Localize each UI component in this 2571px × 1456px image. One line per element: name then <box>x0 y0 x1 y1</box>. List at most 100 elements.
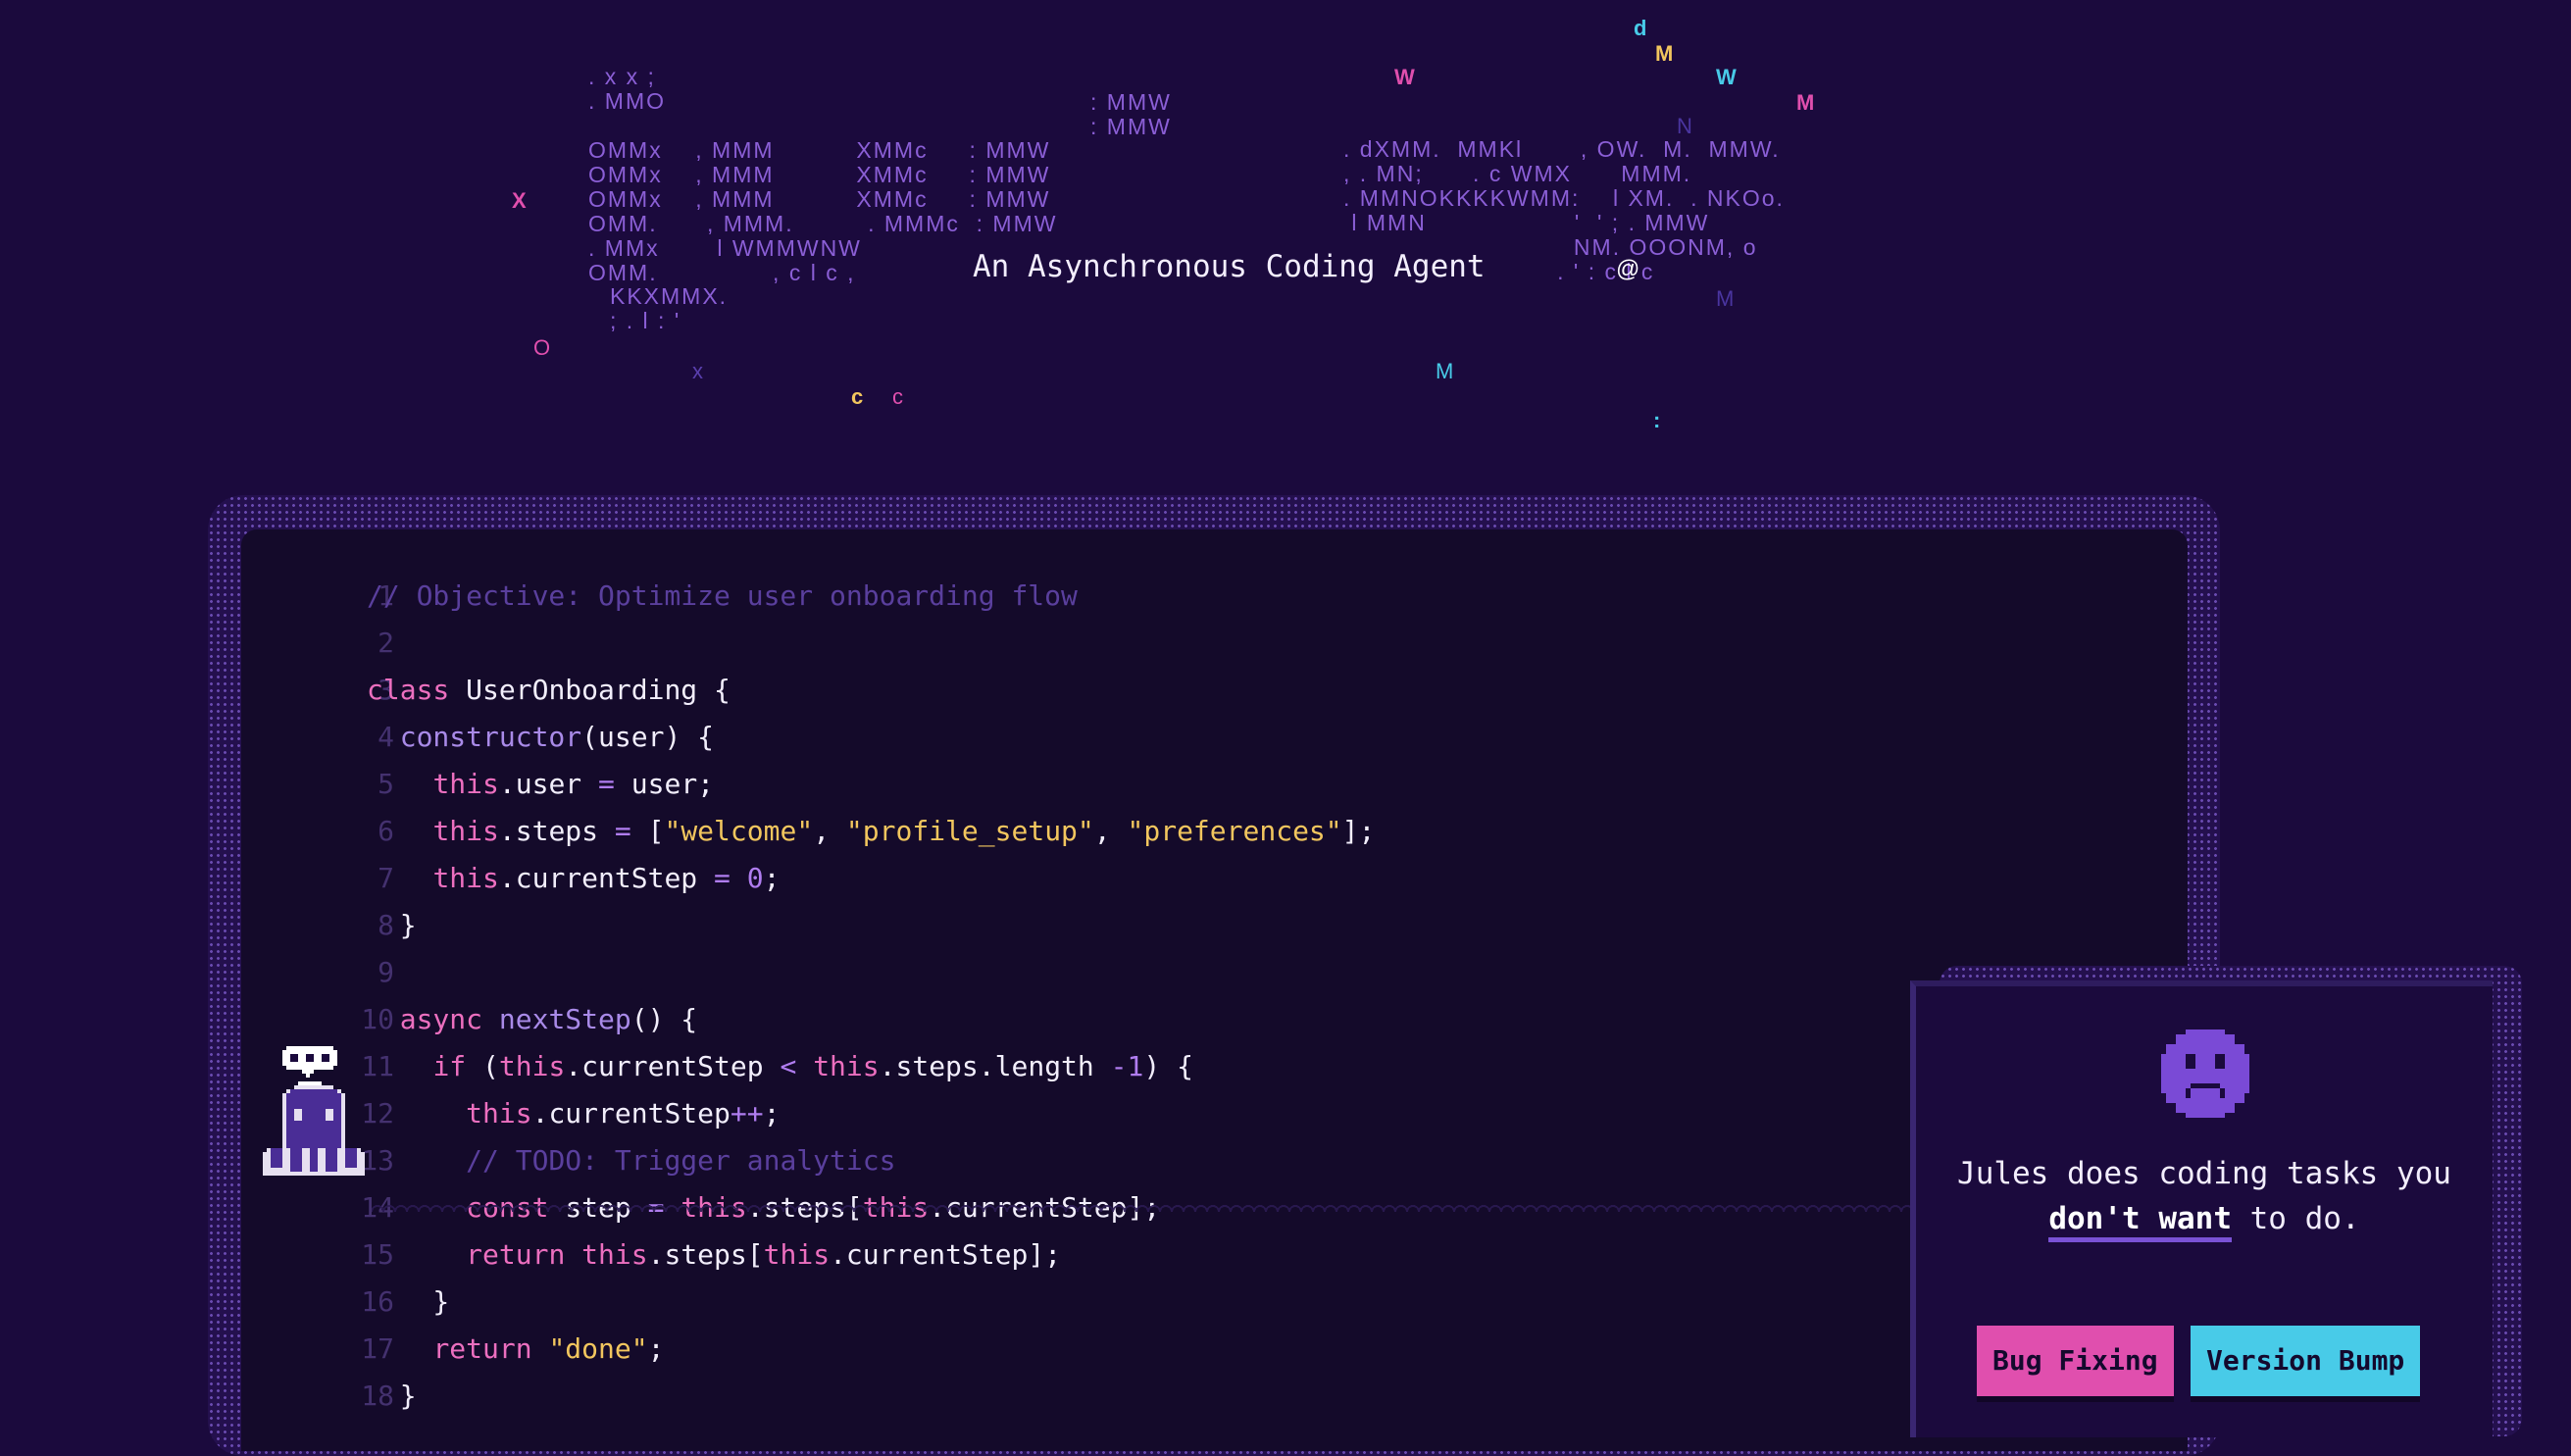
line-text: constructor(user) { <box>367 714 714 761</box>
code-line: 5 this.user = user; <box>241 761 2143 808</box>
tagline: An Asynchronous Coding Agent <box>955 245 1503 288</box>
tag-version-bump[interactable]: Version Bump <box>2191 1326 2421 1396</box>
code-token: this <box>581 1238 648 1271</box>
code-token: UserOnboarding { <box>466 674 731 706</box>
code-token: .steps.length <box>879 1050 1111 1082</box>
code-line: 16 } <box>241 1279 2143 1326</box>
ascii-art-kxmmx: KKXMMX. ; . l : ' <box>610 283 729 333</box>
floating-glyph: c <box>892 384 903 409</box>
code-token: .currentStep <box>531 1097 731 1130</box>
message-line-2-end: to do. <box>2231 1201 2360 1236</box>
code-token: this <box>432 815 499 847</box>
code-line: 2 <box>241 620 2143 667</box>
tag-bug-fixing[interactable]: Bug Fixing <box>1977 1326 2174 1396</box>
code-token: (user) { <box>581 721 715 753</box>
code-token: constructor <box>399 721 582 753</box>
code-line: 13 // TODO: Trigger analytics <box>241 1137 2143 1184</box>
code-token: user; <box>614 768 715 800</box>
code-token: } <box>367 1380 417 1412</box>
line-text: this.steps = ["welcome", "profile_setup"… <box>367 808 1375 855</box>
floating-glyph: W <box>1716 65 1737 89</box>
line-text: return "done"; <box>367 1326 664 1373</box>
floating-glyph: c <box>851 384 864 409</box>
code-token: ]; <box>1341 815 1376 847</box>
code-token: this <box>813 1050 880 1082</box>
code-token: "profile_setup" <box>845 815 1094 847</box>
code-token: return <box>432 1332 549 1365</box>
code-token: this <box>466 1097 532 1130</box>
line-text: } <box>367 902 417 949</box>
emphasis-label: don't want <box>2048 1201 2232 1236</box>
floating-glyph: x <box>692 359 703 383</box>
code-editor: 1// Objective: Optimize user onboarding … <box>241 529 2188 1451</box>
line-number: 9 <box>378 956 394 988</box>
code-token: .steps[ <box>647 1238 764 1271</box>
line-text: } <box>367 1373 417 1420</box>
code-token: this <box>498 1050 566 1082</box>
code-token: , <box>1093 815 1128 847</box>
code-token: "welcome" <box>664 815 814 847</box>
floating-glyph: M <box>1655 41 1674 66</box>
code-token: -1 <box>1110 1050 1144 1082</box>
code-token: [ <box>630 815 665 847</box>
code-token: this <box>763 1238 831 1271</box>
code-line: 1// Objective: Optimize user onboarding … <box>241 573 2143 620</box>
code-token: .currentStep <box>498 862 715 894</box>
code-token: .user <box>498 768 599 800</box>
line-text: this.currentStep = 0; <box>367 855 780 902</box>
code-line: 9 <box>241 949 2143 996</box>
mascot-octopus-icon <box>263 1046 365 1176</box>
code-line: 4 constructor(user) { <box>241 714 2143 761</box>
code-line: 15 return this.steps[this.currentStep]; <box>241 1231 2143 1279</box>
floating-glyph: d <box>1634 16 1647 40</box>
line-text: // TODO: Trigger analytics <box>367 1137 895 1184</box>
code-line: 10 async nextStep() { <box>241 996 2143 1043</box>
message-line-1: Jules does coding tasks you <box>1957 1156 2451 1191</box>
code-token: return <box>466 1238 582 1271</box>
code-token: = <box>714 862 731 894</box>
floating-glyph: O <box>533 335 551 360</box>
code-token: ( <box>482 1050 499 1082</box>
line-text: // Objective: Optimize user onboarding f… <box>367 573 1078 620</box>
emphasis-underline <box>2048 1237 2232 1242</box>
code-token: "preferences" <box>1127 815 1342 847</box>
tagline-at-glyph: @ <box>1616 256 1640 282</box>
code-token: // TODO: Trigger analytics <box>466 1144 896 1177</box>
floating-glyph: M <box>1796 90 1815 115</box>
code-token: 0 <box>746 862 764 894</box>
code-token: = <box>598 768 615 800</box>
ascii-banner: . x x ; . MMO OMMx , MMM XMMc : MMW OMMx… <box>0 0 2571 461</box>
emphasis-text: don't want <box>2048 1201 2232 1242</box>
code-token: async <box>399 1003 499 1035</box>
code-token: .steps <box>498 815 615 847</box>
code-token: = <box>614 815 631 847</box>
code-token: } <box>367 909 417 941</box>
code-token: class <box>367 674 467 706</box>
code-token: < <box>780 1050 797 1082</box>
code-token: ; <box>763 1097 781 1130</box>
ascii-art-left-top: : MMW : MMW <box>1090 89 1172 139</box>
sad-face-icon <box>2161 1029 2249 1118</box>
code-token: ) { <box>1143 1050 1193 1082</box>
code-token: this <box>432 768 499 800</box>
line-text: this.currentStep++; <box>367 1090 780 1137</box>
line-text: async nextStep() { <box>367 996 697 1043</box>
code-token: // Objective: Optimize user onboarding f… <box>367 579 1078 612</box>
code-token: ++ <box>730 1097 764 1130</box>
speech-bubble-icon <box>282 1046 337 1078</box>
code-token: , <box>813 815 846 847</box>
line-text: class UserOnboarding { <box>367 667 731 714</box>
line-text: return this.steps[this.currentStep]; <box>367 1231 1061 1279</box>
code-token: "done" <box>548 1332 648 1365</box>
code-token: () { <box>630 1003 698 1035</box>
